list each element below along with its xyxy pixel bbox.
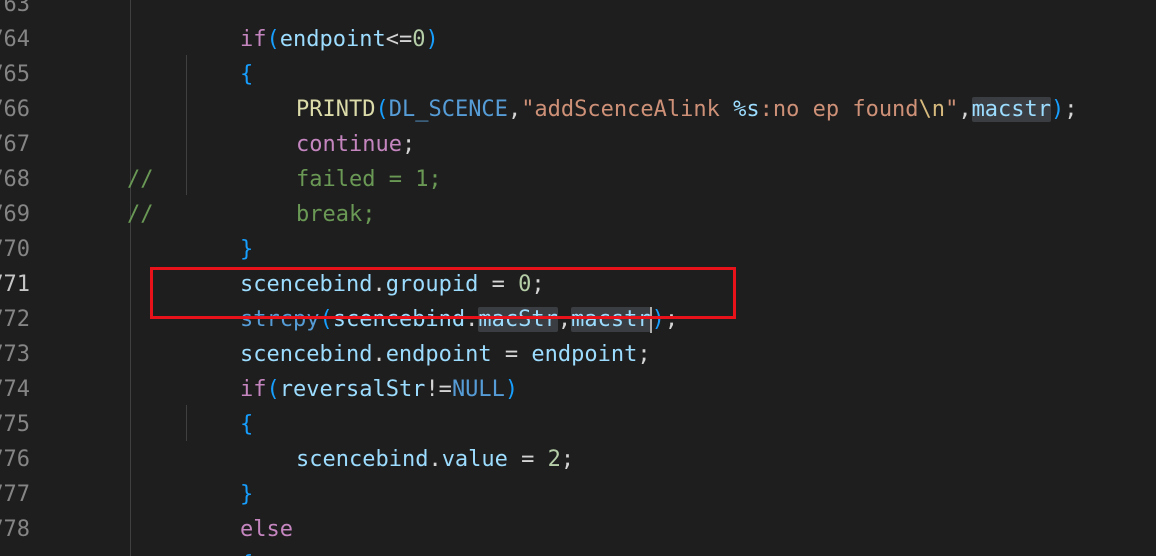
code-line[interactable]: } — [187, 197, 253, 262]
comma: , — [958, 97, 972, 122]
line-number: 765 — [0, 62, 30, 87]
line-number: 778 — [0, 517, 30, 542]
code-line[interactable]: else — [187, 477, 293, 542]
comma: , — [507, 97, 522, 122]
paren: ) — [651, 307, 665, 332]
code-line[interactable]: scencebind.groupid = 0; — [187, 232, 545, 297]
code-line-active[interactable]: strcpy(scencebind.macStr,macstr); — [187, 267, 678, 333]
semicolon: ; — [637, 342, 651, 367]
line-number: 763 — [0, 0, 30, 17]
code-line[interactable]: { — [187, 512, 253, 556]
comment-text: failed = 1; — [243, 127, 442, 192]
semicolon: ; — [1064, 97, 1078, 122]
paren: ) — [425, 27, 439, 52]
brace: { — [240, 552, 253, 556]
escape-sequence: \n — [918, 97, 946, 122]
operator: != — [425, 377, 452, 402]
code-line[interactable]: continue; — [243, 92, 415, 157]
comment-marker: // — [126, 202, 154, 227]
string: :no ep found — [759, 97, 919, 122]
line-number: 775 — [0, 412, 30, 437]
macro: NULL — [451, 377, 505, 402]
format-specifier: %s — [733, 97, 760, 122]
line-number: 772 — [0, 307, 30, 332]
code-line[interactable]: if(reversalStr!=NULL) — [187, 337, 518, 402]
operator: <= — [385, 27, 413, 52]
number: 2 — [547, 447, 561, 472]
code-line-commented[interactable]: // — [74, 127, 154, 192]
line-number: 774 — [0, 377, 30, 402]
line-number: 769 — [0, 202, 30, 227]
operator: = — [507, 447, 548, 472]
identifier-highlighted: macstr — [971, 97, 1052, 122]
code-editor[interactable]: 763 764 765 766 767 768 769 770 771 772 … — [0, 0, 1156, 556]
line-number: 767 — [0, 132, 30, 157]
field: value — [441, 447, 508, 472]
code-line[interactable]: if(endpoint<=0) — [187, 0, 439, 52]
code-line[interactable]: { — [187, 22, 253, 87]
string: " — [945, 97, 959, 122]
code-line[interactable]: { — [187, 372, 253, 437]
line-number: 777 — [0, 482, 30, 507]
paren: ) — [1051, 97, 1065, 122]
indent-guide — [130, 0, 131, 556]
comment: break; — [295, 202, 376, 227]
line-number-active: 771 — [0, 272, 30, 297]
paren: ) — [504, 377, 519, 402]
line-number-gutter: 763 764 765 766 767 768 769 770 771 772 … — [0, 0, 40, 556]
paren: ( — [266, 27, 280, 52]
identifier: endpoint — [531, 342, 638, 367]
line-number: 766 — [0, 97, 30, 122]
line-number: 773 — [0, 342, 30, 367]
line-number: 776 — [0, 447, 30, 472]
identifier: scencebind — [295, 447, 429, 472]
code-line[interactable]: scencebind.value = 2; — [243, 407, 574, 472]
identifier: endpoint — [279, 27, 386, 52]
string: "addScenceAlink — [521, 97, 734, 122]
comment-text: break; — [243, 162, 375, 227]
semicolon: ; — [664, 307, 679, 332]
line-number: 770 — [0, 237, 30, 262]
paren: ( — [266, 377, 280, 402]
number: 0 — [412, 27, 426, 52]
code-line[interactable]: scencebind.endpoint = endpoint; — [187, 302, 651, 367]
code-line[interactable]: PRINTD(DL_SCENCE,"addScenceAlink %s:no e… — [243, 57, 1078, 122]
dot: . — [428, 447, 442, 472]
code-line[interactable]: } — [187, 442, 253, 507]
line-number: 768 — [0, 167, 30, 192]
semicolon: ; — [560, 447, 575, 472]
identifier: reversalStr — [279, 377, 426, 402]
line-number: 764 — [0, 27, 30, 52]
code-line-commented[interactable]: // — [74, 162, 154, 227]
